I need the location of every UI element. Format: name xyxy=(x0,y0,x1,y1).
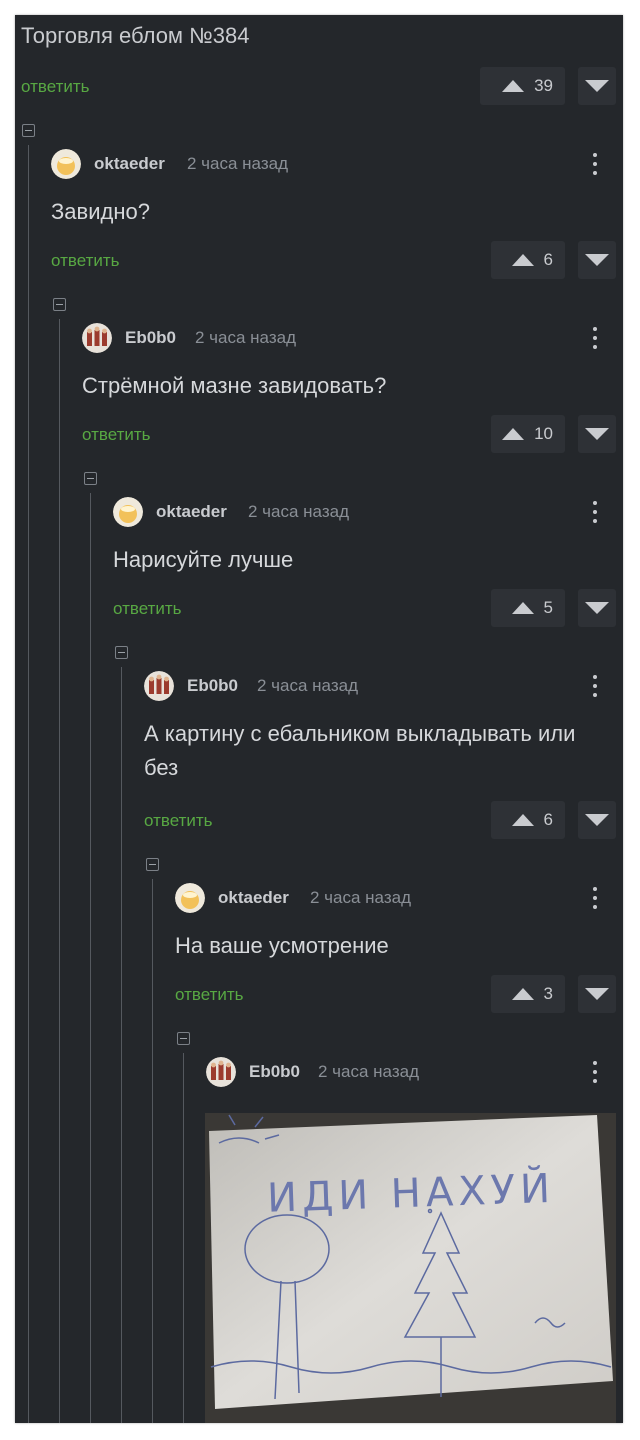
comment-text: Стрёмной мазне завидовать? xyxy=(82,373,387,398)
upvote-icon xyxy=(511,814,534,826)
comment-score: 5 xyxy=(543,598,553,617)
comment-text: На ваше усмотрение xyxy=(175,933,389,958)
comments-screen: Торговля еблом №384 ответить 39 oktaeder… xyxy=(15,15,623,1423)
comment-author[interactable]: Eb0b0 xyxy=(187,676,238,696)
collapse-icon[interactable] xyxy=(22,124,35,137)
downvote-button[interactable] xyxy=(578,241,616,279)
thread-line xyxy=(28,145,29,1423)
post-reply-link[interactable]: ответить xyxy=(21,77,90,97)
collapse-icon[interactable] xyxy=(146,858,159,871)
avatar xyxy=(113,497,143,527)
thread-line xyxy=(90,493,91,1423)
more-vertical-icon[interactable] xyxy=(593,887,599,909)
comment-author[interactable]: oktaeder xyxy=(156,502,227,522)
avatar xyxy=(206,1057,236,1087)
comment-reply-link[interactable]: ответить xyxy=(82,425,151,445)
downvote-button[interactable] xyxy=(578,975,616,1013)
upvote-button[interactable]: 6 xyxy=(491,801,565,839)
comment-score: 6 xyxy=(543,810,553,829)
thread-line xyxy=(59,319,60,1423)
upvote-icon xyxy=(502,428,525,440)
upvote-icon xyxy=(511,602,534,614)
thread-line xyxy=(152,879,153,1423)
post-score: 39 xyxy=(534,76,553,95)
downvote-icon xyxy=(585,254,609,266)
comment-author[interactable]: oktaeder xyxy=(94,154,165,174)
comment-text: Нарисуйте лучше xyxy=(113,547,294,572)
downvote-icon xyxy=(585,80,609,92)
comment-reply-link[interactable]: ответить xyxy=(113,599,182,619)
collapse-icon[interactable] xyxy=(115,646,128,659)
upvote-icon xyxy=(511,988,534,1000)
downvote-button[interactable] xyxy=(578,415,616,453)
avatar xyxy=(144,671,174,701)
downvote-button[interactable] xyxy=(578,801,616,839)
collapse-icon[interactable] xyxy=(53,298,66,311)
comment-reply-link[interactable]: ответить xyxy=(144,811,213,831)
downvote-icon xyxy=(585,428,609,440)
comment-image[interactable]: ИДИ НАХУЙ xyxy=(205,1113,616,1423)
avatar xyxy=(175,883,205,913)
comment-text: Завидно? xyxy=(51,199,150,224)
post-title: Торговля еблом №384 xyxy=(21,23,250,48)
thread-line xyxy=(121,667,122,1423)
comment-author[interactable]: Eb0b0 xyxy=(125,328,176,348)
downvote-icon xyxy=(585,814,609,826)
collapse-icon[interactable] xyxy=(177,1032,190,1045)
more-vertical-icon[interactable] xyxy=(593,327,599,349)
comment-time: 2 часа назад xyxy=(310,888,411,907)
upvote-button[interactable]: 5 xyxy=(491,589,565,627)
post-upvote-button[interactable]: 39 xyxy=(480,67,565,105)
downvote-icon xyxy=(585,602,609,614)
more-vertical-icon[interactable] xyxy=(593,675,599,697)
comment-score: 6 xyxy=(543,250,553,269)
avatar xyxy=(51,149,81,179)
downvote-icon xyxy=(585,988,609,1000)
upvote-button[interactable]: 3 xyxy=(491,975,565,1013)
comment-time: 2 часа назад xyxy=(195,328,296,347)
comment-reply-link[interactable]: ответить xyxy=(51,251,120,271)
upvote-icon xyxy=(502,80,525,92)
comment-time: 2 часа назад xyxy=(187,154,288,173)
comment-author[interactable]: oktaeder xyxy=(218,888,289,908)
more-vertical-icon[interactable] xyxy=(593,153,599,175)
comment-text: А картину с ебальником выкладывать или б… xyxy=(144,721,576,780)
downvote-button[interactable] xyxy=(578,589,616,627)
comment-time: 2 часа назад xyxy=(318,1062,419,1081)
collapse-icon[interactable] xyxy=(84,472,97,485)
upvote-icon xyxy=(511,254,534,266)
comment-author[interactable]: Eb0b0 xyxy=(249,1062,300,1082)
post-downvote-button[interactable] xyxy=(578,67,616,105)
more-vertical-icon[interactable] xyxy=(593,1061,599,1083)
drawing-photo: ИДИ НАХУЙ xyxy=(205,1113,616,1423)
comment-reply-link[interactable]: ответить xyxy=(175,985,244,1005)
comment-time: 2 часа назад xyxy=(257,676,358,695)
more-vertical-icon[interactable] xyxy=(593,501,599,523)
comment-score: 10 xyxy=(534,424,553,443)
upvote-button[interactable]: 6 xyxy=(491,241,565,279)
upvote-button[interactable]: 10 xyxy=(491,415,565,453)
comment-time: 2 часа назад xyxy=(248,502,349,521)
comment-score: 3 xyxy=(543,984,553,1003)
thread-line xyxy=(183,1053,184,1423)
avatar xyxy=(82,323,112,353)
